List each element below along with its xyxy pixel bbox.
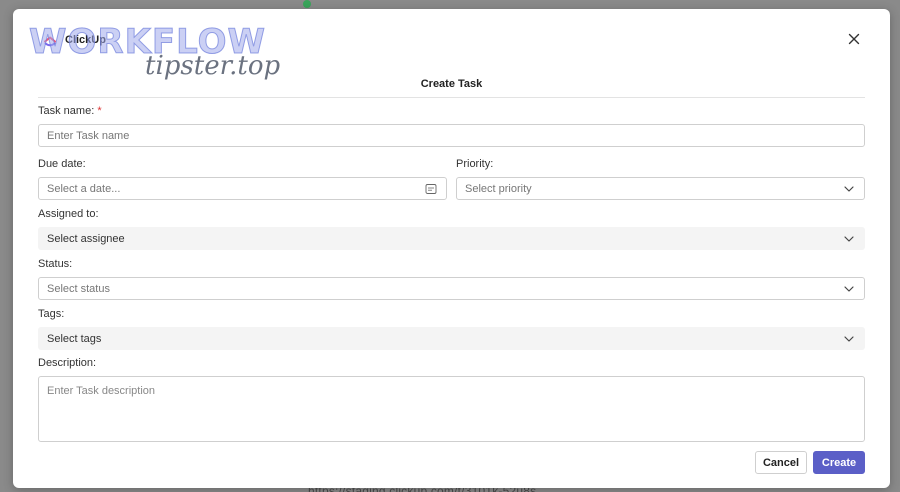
description-label: Description: xyxy=(38,357,97,369)
status-placeholder: Select status xyxy=(47,282,110,295)
create-task-modal: ClickUp WORKFLOW tipster.top Create Task… xyxy=(13,9,890,488)
modal-title: Create Task xyxy=(420,78,483,90)
brand-name: ClickUp xyxy=(65,34,106,46)
due-date-placeholder: Select a date... xyxy=(47,182,121,195)
title-divider xyxy=(38,97,865,98)
status-label: Status: xyxy=(38,258,73,270)
task-name-label-text: Task name: xyxy=(38,105,95,117)
tags-select[interactable]: Select tags xyxy=(38,327,865,350)
required-mark: * xyxy=(97,105,102,117)
calendar-icon[interactable] xyxy=(425,183,437,195)
watermark-bottom-text: tipster.top xyxy=(145,51,281,81)
due-date-label: Due date: xyxy=(38,158,86,170)
close-icon[interactable] xyxy=(846,31,862,47)
tags-label: Tags: xyxy=(38,308,65,320)
chevron-down-icon xyxy=(844,236,854,242)
assigned-to-label: Assigned to: xyxy=(38,208,99,220)
task-name-label: Task name: * xyxy=(38,105,102,117)
chevron-down-icon xyxy=(844,286,854,292)
backdrop-status-dot xyxy=(303,0,311,8)
priority-placeholder: Select priority xyxy=(465,182,532,195)
due-date-input[interactable]: Select a date... xyxy=(38,177,447,200)
chevron-down-icon xyxy=(844,336,854,342)
description-textarea[interactable] xyxy=(38,376,865,442)
chevron-down-icon xyxy=(844,186,854,192)
clickup-logo-icon xyxy=(44,36,56,47)
cancel-button[interactable]: Cancel xyxy=(755,451,807,474)
assignee-select[interactable]: Select assignee xyxy=(38,227,865,250)
priority-select[interactable]: Select priority xyxy=(456,177,865,200)
priority-label: Priority: xyxy=(456,158,494,170)
brand: ClickUp xyxy=(43,33,106,47)
task-name-input[interactable] xyxy=(38,124,865,147)
status-select[interactable]: Select status xyxy=(38,277,865,300)
create-button[interactable]: Create xyxy=(813,451,865,474)
assignee-placeholder: Select assignee xyxy=(47,232,125,245)
tags-placeholder: Select tags xyxy=(47,332,102,345)
